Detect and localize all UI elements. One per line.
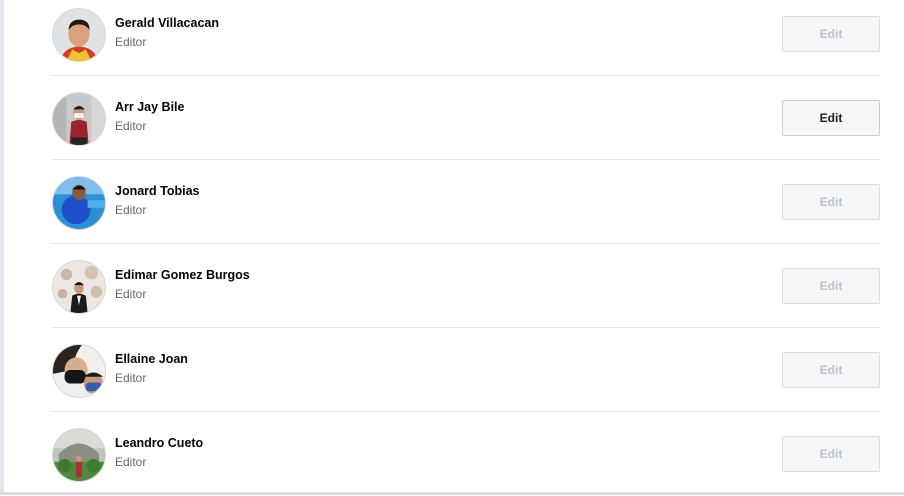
list-item: Jonard Tobias Editor Edit [52, 160, 880, 244]
member-role: Editor [115, 35, 147, 49]
list-item: Arr Jay Bile Editor Edit [52, 76, 880, 160]
member-role: Editor [115, 287, 147, 301]
avatar[interactable] [52, 260, 106, 314]
member-role: Editor [115, 119, 147, 133]
edit-button[interactable]: Edit [782, 100, 880, 136]
member-name[interactable]: Edimar Gomez Burgos [115, 268, 250, 282]
page-left-border [0, 0, 4, 495]
avatar[interactable] [52, 92, 106, 146]
avatar[interactable] [52, 176, 106, 230]
edit-button[interactable]: Edit [782, 16, 880, 52]
member-name[interactable]: Arr Jay Bile [115, 100, 184, 114]
member-list: Gerald Villacacan Editor Edit Arr Jay Bi… [52, 0, 880, 496]
member-name[interactable]: Ellaine Joan [115, 352, 188, 366]
member-name[interactable]: Gerald Villacacan [115, 16, 219, 30]
member-role: Editor [115, 371, 147, 385]
member-name[interactable]: Jonard Tobias [115, 184, 200, 198]
edit-button[interactable]: Edit [782, 436, 880, 472]
edit-button[interactable]: Edit [782, 352, 880, 388]
list-item: Edimar Gomez Burgos Editor Edit [52, 244, 880, 328]
list-item: Leandro Cueto Editor Edit [52, 412, 880, 496]
list-item: Gerald Villacacan Editor Edit [52, 0, 880, 76]
member-role: Editor [115, 455, 147, 469]
edit-button[interactable]: Edit [782, 184, 880, 220]
member-role: Editor [115, 203, 147, 217]
list-item: Ellaine Joan Editor Edit [52, 328, 880, 412]
avatar[interactable] [52, 8, 106, 62]
avatar[interactable] [52, 344, 106, 398]
member-name[interactable]: Leandro Cueto [115, 436, 203, 450]
avatar[interactable] [52, 428, 106, 482]
edit-button[interactable]: Edit [782, 268, 880, 304]
